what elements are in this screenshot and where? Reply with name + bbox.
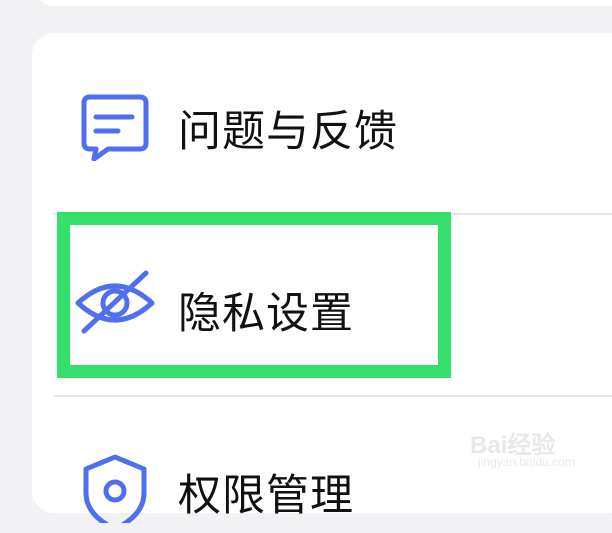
watermark-url: jingyan.baidu.com <box>478 455 575 469</box>
menu-item-privacy[interactable]: 隐私设置 <box>32 253 612 353</box>
divider <box>54 395 612 397</box>
menu-item-label: 问题与反馈 <box>178 107 398 157</box>
watermark: Bai经验 jingyan.baidu.com <box>470 425 590 475</box>
menu-item-label: 权限管理 <box>178 471 354 521</box>
divider <box>54 213 612 215</box>
previous-settings-card <box>32 0 612 6</box>
shield-user-icon <box>74 453 156 532</box>
menu-item-label: 隐私设置 <box>178 289 354 339</box>
feedback-message-icon <box>74 91 156 162</box>
menu-item-feedback[interactable]: 问题与反馈 <box>32 73 612 173</box>
eye-slash-icon <box>74 267 156 337</box>
